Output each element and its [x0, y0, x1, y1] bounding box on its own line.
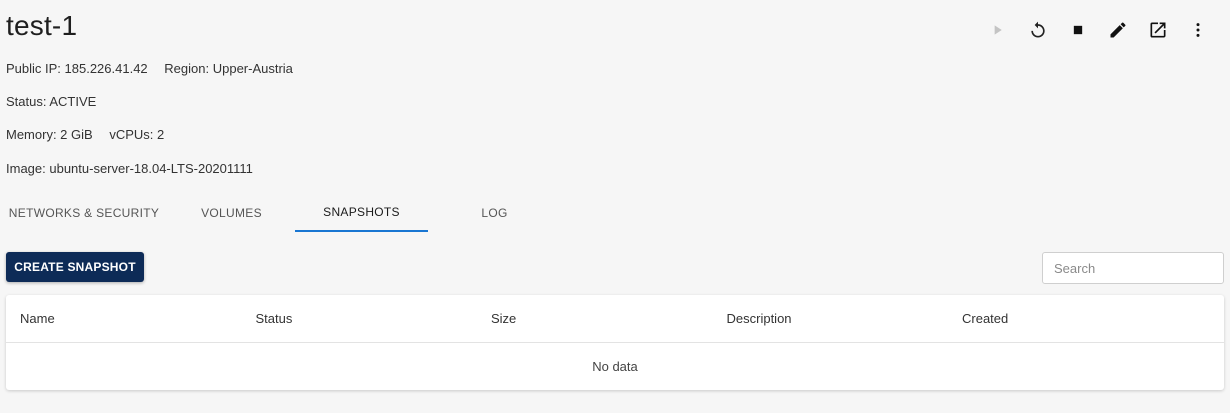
empty-state: No data: [592, 358, 638, 374]
stop-icon: [1073, 25, 1083, 35]
column-header-size[interactable]: Size: [477, 311, 713, 326]
image: Image: ubuntu-server-18.04-LTS-20201111: [6, 161, 253, 176]
restart-icon: [1031, 21, 1045, 38]
tab-snapshots[interactable]: SNAPSHOTS: [295, 194, 428, 232]
instance-actions: [978, 18, 1218, 42]
status: Status: ACTIVE: [6, 94, 97, 109]
open-console-button[interactable]: [1138, 18, 1178, 42]
vcpus: vCPUs: 2: [109, 127, 165, 142]
network-info: Public IP: 185.226.41.42 Region: Upper-A…: [6, 61, 293, 76]
more-vert-icon: [1196, 23, 1200, 37]
tab-volumes[interactable]: VOLUMES: [168, 194, 295, 232]
restart-button[interactable]: [1018, 18, 1058, 42]
resources-info: Memory: 2 GiB vCPUs: 2: [6, 127, 164, 142]
column-header-status[interactable]: Status: [242, 311, 478, 326]
tab-networks-security[interactable]: NETWORKS & SECURITY: [0, 194, 168, 232]
memory: Memory: 2 GiB: [6, 127, 93, 142]
page-title: test-1: [6, 10, 78, 41]
column-header-description[interactable]: Description: [713, 311, 949, 326]
column-header-name[interactable]: Name: [6, 311, 242, 326]
stop-button[interactable]: [1058, 18, 1098, 42]
search-input[interactable]: [1042, 252, 1224, 284]
start-button[interactable]: [978, 18, 1018, 42]
create-snapshot-button[interactable]: CREATE SNAPSHOT: [6, 252, 144, 282]
snapshots-table: Name Status Size Description Created No …: [6, 295, 1224, 390]
tab-bar: NETWORKS & SECURITY VOLUMES SNAPSHOTS LO…: [0, 194, 561, 232]
edit-icon: [1110, 22, 1126, 38]
public-ip: Public IP: 185.226.41.42: [6, 61, 148, 76]
column-header-created[interactable]: Created: [948, 311, 1184, 326]
tab-log[interactable]: LOG: [428, 194, 561, 232]
table-header: Name Status Size Description Created: [6, 295, 1224, 343]
image-info: Image: ubuntu-server-18.04-LTS-20201111: [6, 161, 253, 176]
more-button[interactable]: [1178, 18, 1218, 42]
open-external-icon: [1150, 22, 1166, 38]
status-info: Status: ACTIVE: [6, 94, 96, 109]
edit-button[interactable]: [1098, 18, 1138, 42]
region: Region: Upper-Austria: [164, 61, 293, 76]
play-icon: [994, 25, 1002, 35]
